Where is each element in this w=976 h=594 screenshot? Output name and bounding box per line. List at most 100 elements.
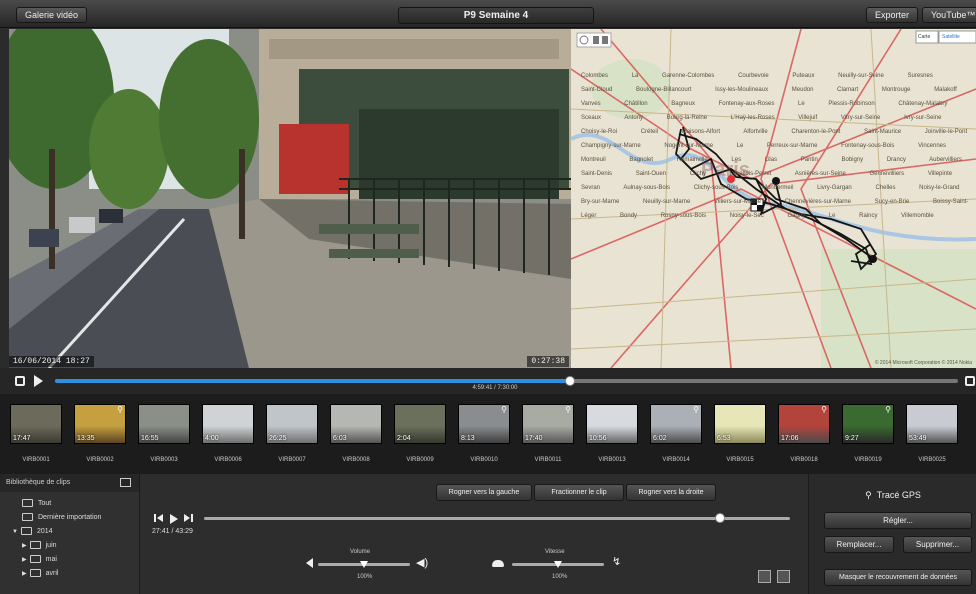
clip-thumbnail[interactable]: 17:06 ⚲: [778, 404, 830, 444]
map-place-label: Levallois-Perret: [729, 171, 772, 177]
location-pin-icon: ⚲: [865, 490, 872, 500]
map-place-label: Le Plessis-Robinson: [798, 101, 875, 107]
library-grid-icon[interactable]: [120, 478, 131, 487]
folder-icon: [29, 541, 41, 550]
clip-name: VIRB0010: [470, 457, 498, 463]
speed-slider[interactable]: [512, 561, 604, 568]
clip-thumbnail[interactable]: 17:47: [10, 404, 62, 444]
clip-duration: 6:03: [333, 435, 347, 442]
gps-pin-icon: ⚲: [117, 405, 123, 414]
clip-name: VIRB0002: [86, 457, 114, 463]
trim-left-button[interactable]: Rogner vers la gauche: [436, 484, 532, 501]
library-item-may[interactable]: ▶ mai: [22, 554, 57, 566]
library-item-2014[interactable]: ▼ 2014: [12, 526, 53, 538]
clip-scrubber[interactable]: [204, 513, 790, 523]
clip-thumbnail[interactable]: 26:25: [266, 404, 318, 444]
trim-right-button[interactable]: Rogner vers la droite: [626, 484, 716, 501]
play-icon[interactable]: [34, 375, 43, 387]
map-place-label: Meudon: [791, 87, 814, 93]
next-frame-icon[interactable]: [184, 514, 193, 522]
replace-button[interactable]: Remplacer...: [824, 536, 894, 553]
map-place-label: Aulnay-sous-Bois: [623, 185, 671, 191]
map-place-label: Champigny-sur-Marne: [581, 143, 641, 149]
library-item-all[interactable]: Tout: [22, 498, 51, 510]
adjust-button[interactable]: Régler...: [824, 512, 972, 529]
disclosure-closed-icon[interactable]: ▶: [22, 571, 27, 577]
clip-settings-icon[interactable]: [777, 570, 790, 583]
clip-thumbnail[interactable]: 6:03: [330, 404, 382, 444]
stop-icon[interactable]: [15, 376, 25, 386]
delete-button[interactable]: Supprimer...: [903, 536, 972, 553]
split-clip-button[interactable]: Fractionner le clip: [534, 484, 624, 501]
video-gallery-button[interactable]: Galerie vidéo: [16, 7, 88, 23]
project-title-field[interactable]: P9 Semaine 4: [398, 7, 594, 24]
folder-icon: [20, 527, 32, 536]
library-item-last-import[interactable]: Dernière importation: [22, 512, 101, 524]
timeline-playhead[interactable]: [564, 376, 575, 386]
slow-speed-icon[interactable]: [492, 560, 504, 567]
export-button[interactable]: Exporter: [866, 7, 919, 23]
map-place-labels: Colombes La Garenne-Colombes Courbevoie …: [581, 69, 971, 359]
clip-duration: 17:40: [525, 435, 543, 442]
clip-thumbnail[interactable]: 16:55: [138, 404, 190, 444]
speed-slider-handle[interactable]: [554, 561, 562, 568]
map-place-label: Bobigny: [841, 157, 864, 163]
gps-map[interactable]: Carte Satellite Paris Colombes La Garenn…: [571, 29, 976, 368]
clip-duration: 17:47: [13, 435, 31, 442]
clip-thumbnail[interactable]: 6:53: [714, 404, 766, 444]
clip-thumbnail[interactable]: 13:35 ⚲: [74, 404, 126, 444]
video-preview[interactable]: 16/06/2014 18:27 0:27:38: [9, 29, 571, 368]
map-view-plan[interactable]: Carte: [918, 34, 930, 40]
hide-data-overlay-button[interactable]: Masquer le recouvrement de données: [824, 569, 972, 586]
map-place-label: Villepinte: [927, 171, 953, 177]
map-place-label: Sceaux: [581, 115, 602, 121]
map-place-label: Aubervilliers: [929, 157, 962, 163]
clip-name: VIRB0014: [662, 457, 690, 463]
gps-pin-icon: ⚲: [885, 405, 891, 414]
fast-speed-icon[interactable]: ↯: [612, 556, 621, 568]
map-place-label: Drancy: [886, 157, 906, 163]
map-place-label: Chennevières-sur-Marne: [784, 199, 851, 205]
volume-slider[interactable]: [318, 561, 410, 568]
volume-label: Volume: [350, 549, 371, 555]
disclosure-closed-icon[interactable]: ▶: [22, 557, 27, 563]
clip-thumbnail[interactable]: 2:04: [394, 404, 446, 444]
photo-capture-icon[interactable]: [758, 570, 771, 583]
timeline-counter: 4:59:41 / 7:30:00: [472, 385, 518, 391]
library-item-june[interactable]: ▶ juin: [22, 540, 57, 552]
clip-thumbnail[interactable]: 17:40 ⚲: [522, 404, 574, 444]
library-item-april[interactable]: ▶ avril: [22, 568, 58, 580]
map-place-label: Romainville: [676, 157, 708, 163]
map-place-label: Chelles: [875, 185, 896, 191]
clip-duration: 6:02: [653, 435, 667, 442]
clip-playhead[interactable]: [714, 513, 725, 523]
clip-thumbnail[interactable]: 4:00: [202, 404, 254, 444]
clip-thumbnail[interactable]: 10:56: [586, 404, 638, 444]
clip-name: VIRB0006: [214, 457, 242, 463]
disclosure-open-icon[interactable]: ▼: [12, 529, 18, 535]
clip-thumbnail[interactable]: 6:02 ⚲: [650, 404, 702, 444]
library-title: Bibliothèque de clips: [6, 479, 71, 486]
gps-pin-icon: ⚲: [693, 405, 699, 414]
previous-frame-icon[interactable]: [154, 514, 163, 522]
map-place-label: Clamart: [837, 87, 859, 93]
fullscreen-icon[interactable]: [965, 376, 975, 386]
clip-play-icon[interactable]: [170, 514, 178, 524]
clip-thumbnail[interactable]: 53:49: [906, 404, 958, 444]
clip-duration: 9:27: [845, 435, 859, 442]
youtube-button[interactable]: YouTube™: [922, 7, 976, 23]
map-place-label: Antony: [624, 115, 644, 121]
map-place-label: Asnières-sur-Seine: [794, 171, 846, 177]
volume-slider-handle[interactable]: [360, 561, 368, 568]
map-place-label: L'Haÿ-les-Roses: [730, 115, 775, 121]
map-place-label: Saint-Cloud: [581, 87, 613, 93]
volume-high-icon[interactable]: ◀): [416, 557, 428, 569]
disclosure-closed-icon[interactable]: ▶: [22, 543, 27, 549]
clip-thumbnail[interactable]: 9:27 ⚲: [842, 404, 894, 444]
map-place-label: Bourg-la-Reine: [666, 115, 708, 121]
volume-low-icon[interactable]: [306, 558, 313, 568]
map-view-satellite[interactable]: Satellite: [942, 34, 960, 40]
clip-thumbnail[interactable]: 8:13 ⚲: [458, 404, 510, 444]
timeline-scrubber[interactable]: [55, 376, 958, 386]
map-place-label: Sucy-en-Brie: [874, 199, 910, 205]
